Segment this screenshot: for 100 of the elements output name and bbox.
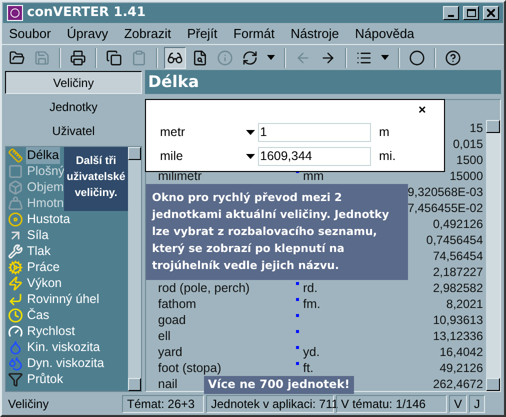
unit-value: 13,12336 — [432, 328, 483, 345]
square-icon — [8, 164, 23, 178]
close-icon — [487, 9, 495, 17]
value-field[interactable]: 1 — [258, 122, 371, 142]
unit-name: ell — [158, 328, 171, 345]
unit-value: 15 — [470, 120, 483, 137]
glasses-icon — [167, 50, 183, 66]
quantity-item[interactable]: Čas — [26, 306, 50, 324]
unit-value: 10,93613 — [432, 312, 483, 329]
marker-icon — [296, 362, 299, 364]
tooltip: Okno pro rychlý převod mezi 2 jednotkami aktuální veličiny. Jednotky lze vybrat z rozbalovacího seznamu, který se zobrazí po klepnutí na trojúhelník vedle jejich názvu. — [146, 184, 408, 280]
lightning-icon — [8, 276, 23, 290]
side-tab[interactable]: Uživatel — [5, 119, 142, 142]
ruler-icon — [8, 148, 23, 162]
copy-icon — [106, 50, 122, 66]
unit-value: 74,56454 — [432, 248, 483, 265]
list-icon — [356, 50, 372, 66]
unit-label: metr — [160, 124, 186, 141]
unit-abbr: mi. — [379, 148, 396, 165]
quantity-item[interactable]: Rovinný úhel — [26, 290, 100, 308]
dropdown-caret-icon[interactable] — [246, 130, 255, 134]
info-icon — [217, 50, 233, 66]
unit-abbr: rd. — [303, 280, 318, 297]
menu-item[interactable]: Úpravy — [64, 24, 112, 44]
folder-icon — [9, 50, 25, 66]
menu-item[interactable]: Přejít — [184, 24, 220, 44]
quantity-item[interactable]: Délka — [26, 147, 60, 164]
quantity-item[interactable]: Síla — [26, 226, 50, 244]
droplets-icon — [8, 356, 23, 370]
unit-value: 0,492126 — [432, 216, 483, 233]
menu-item[interactable]: Soubor — [6, 24, 54, 44]
unit-abbr: ft. — [303, 360, 314, 377]
gauge-icon — [8, 324, 23, 338]
printer-icon — [70, 50, 86, 66]
menu-item[interactable]: Formát — [230, 24, 278, 44]
menu-item[interactable]: Zobrazit — [121, 24, 174, 44]
unit-name: rod (pole, perch) — [158, 280, 250, 297]
value-field[interactable]: 1609,344 — [258, 146, 371, 166]
app-icon — [7, 5, 23, 21]
marker-icon — [296, 314, 299, 316]
quantity-item[interactable]: Práce — [26, 258, 61, 276]
status-field: Témat: 26+3 — [122, 395, 204, 413]
wrench-icon — [8, 244, 23, 258]
quantity-item[interactable]: Tlak — [26, 242, 52, 260]
status-field: Veličiny — [4, 395, 120, 413]
left-arrow-icon — [295, 50, 311, 66]
tooltip: Více ne 700 jednotek! — [204, 376, 354, 394]
marker-icon — [296, 298, 299, 300]
quantity-item[interactable]: Dyn. viskozita — [26, 354, 106, 372]
window-title: conVERTER 1.41 — [27, 4, 146, 22]
side-tab[interactable]: Jednotky — [5, 95, 142, 118]
unit-name: nail — [158, 376, 178, 393]
scrollbar[interactable] — [486, 120, 500, 391]
tooltip: Další tři uživatelské veličiny. — [64, 147, 128, 211]
right-arrow-icon — [320, 50, 336, 66]
quantity-item[interactable]: Průtok — [26, 370, 64, 388]
marker-icon — [296, 282, 299, 284]
unit-name: goad — [158, 312, 186, 329]
minimize-button[interactable] — [443, 6, 459, 20]
menu-item[interactable]: Nástroje — [288, 24, 342, 44]
marker-icon — [296, 346, 299, 348]
droplet-icon — [8, 340, 23, 354]
status-field: J — [469, 395, 486, 413]
unit-value: 0,7456454 — [426, 232, 483, 249]
minimize-icon — [448, 15, 454, 17]
side-tab[interactable]: Veličiny — [5, 71, 142, 94]
help-icon — [445, 50, 461, 66]
maximize-button[interactable] — [463, 6, 479, 20]
menu-item[interactable]: Nápověda — [352, 24, 418, 44]
marker-icon — [296, 330, 299, 332]
quantity-item[interactable]: Kin. viskozita — [26, 338, 101, 356]
unit-value: 1500 — [456, 152, 483, 169]
unit-name: fathom — [158, 296, 196, 313]
unit-abbr: fm. — [303, 296, 320, 313]
quantity-item[interactable]: Rychlost — [26, 322, 76, 340]
funnel-icon — [8, 372, 23, 386]
unit-value: 49,2126 — [440, 360, 483, 377]
close-button[interactable]: × — [414, 100, 430, 120]
unit-name: foot (stopa) — [158, 360, 222, 377]
panel-title: Délka — [145, 70, 501, 94]
caret-icon — [381, 55, 389, 60]
quantity-item[interactable]: Hustota — [26, 210, 72, 228]
unit-value: 15000 — [450, 168, 483, 185]
unit-value: 0,015 — [452, 136, 483, 153]
glasses-button[interactable] — [164, 46, 186, 68]
quantity-item[interactable]: Výkon — [26, 274, 63, 292]
scrollbar[interactable] — [128, 147, 141, 391]
unit-value: 2,187227 — [432, 264, 483, 281]
unit-value: 7,456455E-02 — [408, 200, 483, 217]
disc-icon — [8, 212, 23, 226]
weight-icon — [8, 196, 23, 210]
status-field: V — [449, 395, 468, 413]
dropdown-caret-icon[interactable] — [246, 154, 255, 158]
unit-value: 9,320568E-03 — [408, 184, 483, 201]
clock-icon — [8, 308, 23, 322]
unit-label: mile — [160, 148, 184, 165]
unit-abbr: m — [379, 124, 390, 141]
box-icon — [8, 180, 23, 194]
unit-name: yard — [158, 344, 182, 361]
close-button[interactable] — [483, 6, 499, 20]
